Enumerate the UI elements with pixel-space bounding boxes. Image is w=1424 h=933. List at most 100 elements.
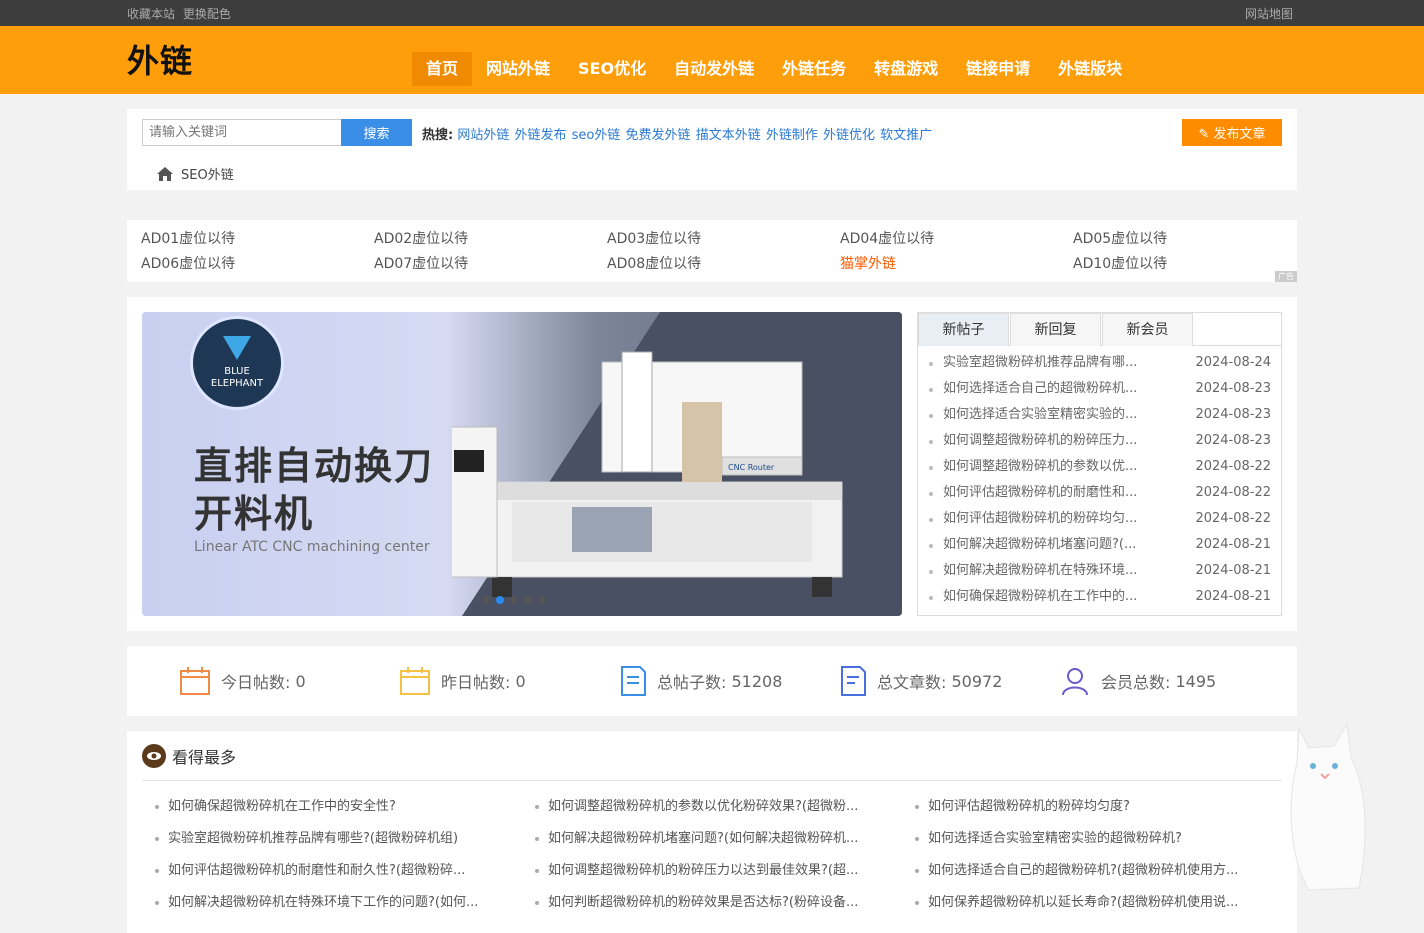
list-item[interactable]: 如何评估超微粉碎机的耐磨性和耐久性?(超微粉碎... xyxy=(152,857,532,889)
carousel-dot[interactable] xyxy=(510,596,518,604)
tab-new-posts[interactable]: 新帖子 xyxy=(918,313,1009,346)
ad-tag: 广告 xyxy=(1275,271,1297,282)
list-item[interactable]: 如何解决超微粉碎机在特殊环境... 2024-08-21 xyxy=(926,558,1271,584)
most-viewed-list: 如何确保超微粉碎机在工作中的安全性? 如何调整超微粉碎机的参数以优化粉碎效果?(… xyxy=(142,781,1282,921)
ad-slot[interactable]: AD03虚位以待 xyxy=(607,228,840,248)
ad-slot[interactable]: AD05虚位以待 xyxy=(1073,228,1306,248)
breadcrumb: SEO外链 xyxy=(157,164,234,183)
stat-value: 0 xyxy=(295,671,306,691)
stat-label: 总文章数: xyxy=(877,673,947,692)
tab-new-members[interactable]: 新会员 xyxy=(1102,313,1193,346)
list-item[interactable]: 如何解决超微粉碎机堵塞问题?(如何解决超微粉碎机... xyxy=(532,825,912,857)
most-viewed-title: 看得最多 xyxy=(172,747,237,767)
carousel-dot[interactable] xyxy=(538,596,546,604)
search-button[interactable]: 搜索 xyxy=(341,119,412,146)
stat-label: 总帖子数: xyxy=(657,673,727,692)
banner-carousel[interactable]: BLUE ELEPHANT 直排自动换刀 开料机 Linear ATC CNC … xyxy=(142,312,902,616)
nav-seo[interactable]: SEO优化 xyxy=(564,52,660,86)
ad-slot[interactable]: AD06虚位以待 xyxy=(141,253,374,273)
stat-value: 0 xyxy=(515,671,526,691)
nav-sections[interactable]: 外链版块 xyxy=(1044,52,1136,86)
list-item[interactable]: 如何解决超微粉碎机在特殊环境下工作的问题?(如何... xyxy=(152,889,532,921)
ad-slot[interactable]: AD02虚位以待 xyxy=(374,228,607,248)
list-item[interactable]: 如何调整超微粉碎机的粉碎压力以达到最佳效果?(超... xyxy=(532,857,912,889)
brand-line2: ELEPHANT xyxy=(210,378,264,389)
list-item[interactable]: 如何评估超微粉碎机的耐磨性和... 2024-08-22 xyxy=(926,480,1271,506)
ad-slot[interactable]: AD04虚位以待 xyxy=(840,228,1073,248)
machine-label: CNC Router xyxy=(728,463,775,472)
nav-wheel-game[interactable]: 转盘游戏 xyxy=(860,52,952,86)
list-item[interactable]: 实验室超微粉碎机推荐品牌有哪... 2024-08-24 xyxy=(926,350,1271,376)
cnc-machine-image: CNC Router xyxy=(452,351,843,597)
header: 外链 首页 网站外链 SEO优化 自动发外链 外链任务 转盘游戏 链接申请 外链… xyxy=(0,26,1424,94)
stat-label: 昨日帖数: xyxy=(441,673,511,692)
hot-searches: 热搜: 网站外链 外链发布 seo外链 免费发外链 描文本外链 外链制作 外链优… xyxy=(422,124,933,143)
stat-total-posts: 总帖子数: 51208 xyxy=(619,665,839,697)
banner-title: 直排自动换刀 开料机 xyxy=(194,442,434,538)
hot-link[interactable]: 外链发布 xyxy=(515,128,567,143)
nav-site-links[interactable]: 网站外链 xyxy=(472,52,564,86)
tab-new-replies[interactable]: 新回复 xyxy=(1010,313,1101,346)
favorite-link[interactable]: 收藏本站 xyxy=(127,7,175,21)
hot-link[interactable]: 外链优化 xyxy=(823,128,875,143)
cat-mascot[interactable] xyxy=(1279,718,1369,898)
hot-link[interactable]: 外链制作 xyxy=(766,128,818,143)
stat-total-members: 会员总数: 1495 xyxy=(1059,665,1279,697)
list-item[interactable]: 如何评估超微粉碎机的粉碎均匀... 2024-08-22 xyxy=(926,506,1271,532)
list-item[interactable]: 如何调整超微粉碎机的参数以优... 2024-08-22 xyxy=(926,454,1271,480)
nav-link-apply[interactable]: 链接申请 xyxy=(952,52,1044,86)
stat-label: 今日帖数: xyxy=(221,673,291,692)
hot-link[interactable]: 免费发外链 xyxy=(626,128,691,143)
list-item[interactable]: 如何调整超微粉碎机的参数以优化粉碎效果?(超微粉... xyxy=(532,793,912,825)
stat-yesterday-posts: 昨日帖数: 0 xyxy=(399,666,619,696)
list-item[interactable]: 如何解决超微粉碎机堵塞问题?(... 2024-08-21 xyxy=(926,532,1271,558)
list-item[interactable]: 如何确保超微粉碎机在工作中的... 2024-08-21 xyxy=(926,584,1271,610)
list-item[interactable]: 如何判断超微粉碎机的粉碎效果是否达标?(粉碎设备... xyxy=(532,889,912,921)
theme-link[interactable]: 更换配色 xyxy=(183,7,231,21)
home-icon[interactable] xyxy=(157,166,173,181)
list-item[interactable]: 如何选择适合实验室精密实验的超微粉碎机? xyxy=(912,825,1292,857)
list-item[interactable]: 如何调整超微粉碎机的粉碎压力... 2024-08-23 xyxy=(926,428,1271,454)
carousel-dot[interactable] xyxy=(524,596,532,604)
carousel-dot[interactable] xyxy=(482,596,490,604)
brand-logo: BLUE ELEPHANT xyxy=(190,316,284,410)
hot-link[interactable]: seo外链 xyxy=(572,128,621,143)
ad-panel: AD01虚位以待 AD02虚位以待 AD03虚位以待 AD04虚位以待 AD05… xyxy=(127,220,1297,282)
search-input[interactable]: 请输入关键词 xyxy=(142,119,342,146)
site-logo[interactable]: 外链 xyxy=(127,36,193,82)
publish-article-button[interactable]: ✎ 发布文章 xyxy=(1182,119,1282,146)
ad-slot[interactable]: AD08虚位以待 xyxy=(607,253,840,273)
search-panel: 请输入关键词 搜索 热搜: 网站外链 外链发布 seo外链 免费发外链 描文本外… xyxy=(127,109,1297,190)
list-item[interactable]: 实验室超微粉碎机推荐品牌有哪些?(超微粉碎机组) xyxy=(152,825,532,857)
diamond-icon xyxy=(223,336,251,360)
sitemap-link[interactable]: 网站地图 xyxy=(1245,5,1293,22)
hot-link[interactable]: 描文本外链 xyxy=(696,128,761,143)
list-item[interactable]: 如何确保超微粉碎机在工作中的安全性? xyxy=(152,793,532,825)
ad-slot[interactable]: AD07虚位以待 xyxy=(374,253,607,273)
main-panel: BLUE ELEPHANT 直排自动换刀 开料机 Linear ATC CNC … xyxy=(127,297,1297,631)
stat-total-articles: 总文章数: 50972 xyxy=(839,665,1059,697)
latest-tabs-panel: 新帖子 新回复 新会员 实验室超微粉碎机推荐品牌有哪... 2024-08-24 … xyxy=(917,312,1282,616)
hot-link[interactable]: 软文推广 xyxy=(880,128,932,143)
banner-title-line1: 直排自动换刀 xyxy=(194,444,435,488)
top-bar: 收藏本站 更换配色 网站地图 xyxy=(0,0,1424,26)
members-icon xyxy=(1062,668,1088,696)
brand-line1: BLUE xyxy=(224,366,250,377)
stat-value: 50972 xyxy=(951,671,1003,691)
ad-slot-highlight[interactable]: 猫掌外链 xyxy=(840,253,1073,273)
list-item[interactable]: 如何评估超微粉碎机的粉碎均匀度? xyxy=(912,793,1292,825)
list-item[interactable]: 如何保养超微粉碎机以延长寿命?(超微粉碎机使用说... xyxy=(912,889,1292,921)
nav-home[interactable]: 首页 xyxy=(412,52,473,86)
document-icon xyxy=(621,666,646,696)
nav-tasks[interactable]: 外链任务 xyxy=(768,52,860,86)
carousel-dot-active[interactable] xyxy=(496,596,504,604)
ad-slot[interactable]: AD01虚位以待 xyxy=(141,228,374,248)
list-item[interactable]: 如何选择适合自己的超微粉碎机... 2024-08-23 xyxy=(926,376,1271,402)
calendar-icon xyxy=(400,667,430,695)
most-viewed-panel: 看得最多 如何确保超微粉碎机在工作中的安全性? 如何调整超微粉碎机的参数以优化粉… xyxy=(127,731,1297,933)
list-item[interactable]: 如何选择适合自己的超微粉碎机?(超微粉碎机使用方... xyxy=(912,857,1292,889)
list-item[interactable]: 如何选择适合实验室精密实验的... 2024-08-23 xyxy=(926,402,1271,428)
nav-auto-links[interactable]: 自动发外链 xyxy=(660,52,768,86)
ad-slot[interactable]: AD10虚位以待 xyxy=(1073,253,1306,273)
hot-link[interactable]: 网站外链 xyxy=(457,128,509,143)
